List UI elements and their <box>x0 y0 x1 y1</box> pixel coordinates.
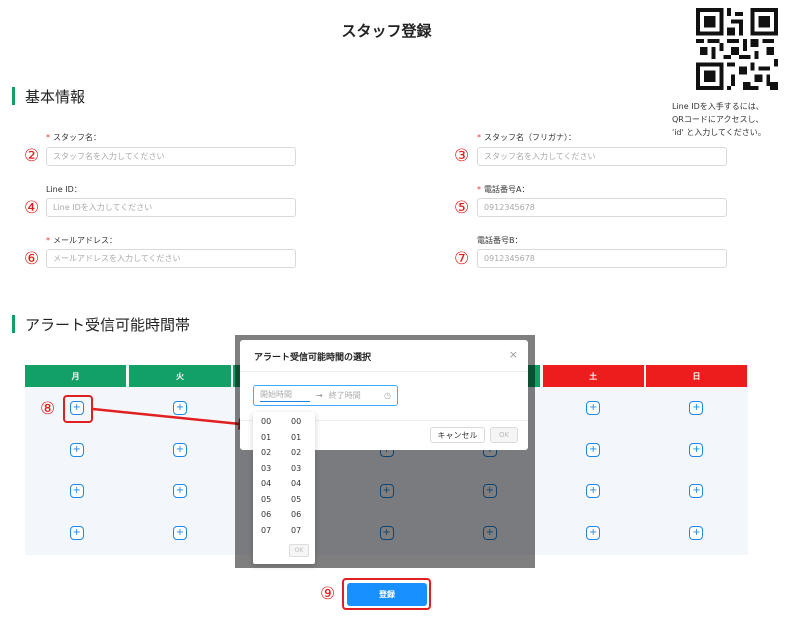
staff-kana-label-text: スタッフ名（フリガナ）： <box>484 133 576 142</box>
annotation-marker-8: ⑧ <box>40 399 56 419</box>
hour-option[interactable]: 05 <box>253 492 283 508</box>
qr-note-line-2: QRコードにアクセスし、 <box>672 115 764 124</box>
minute-column: 00 01 02 03 04 05 06 07 <box>283 414 313 538</box>
start-time-input[interactable]: 開始時間 <box>260 389 310 402</box>
hour-option[interactable]: 00 <box>253 414 283 430</box>
section-basic-info: 基本情報 <box>12 86 85 106</box>
required-mark: * <box>46 133 50 142</box>
line-id-label: Line ID： <box>46 185 82 194</box>
hour-option[interactable]: 06 <box>253 507 283 523</box>
annotation-marker-3: ③ <box>454 146 470 166</box>
line-id-input[interactable]: Line IDを入力してください <box>46 198 296 217</box>
minute-option[interactable]: 03 <box>283 461 313 477</box>
add-time-slot-button[interactable]: + <box>689 443 704 457</box>
hour-option[interactable]: 07 <box>253 523 283 539</box>
section-alert-hours: アラート受信可能時間帯 <box>12 314 190 334</box>
hour-column: 00 01 02 03 04 05 06 07 <box>253 414 283 538</box>
minute-option[interactable]: 04 <box>283 476 313 492</box>
annotation-highlight-add <box>63 395 93 423</box>
minute-option[interactable]: 00 <box>283 414 313 430</box>
hour-option[interactable]: 04 <box>253 476 283 492</box>
time-ok-button[interactable]: OK <box>289 544 309 557</box>
minute-option[interactable]: 01 <box>283 430 313 446</box>
cancel-button[interactable]: キャンセル <box>430 427 485 443</box>
minute-option[interactable]: 02 <box>283 445 313 461</box>
modal-divider <box>240 371 528 372</box>
qr-code <box>696 8 778 90</box>
phone-b-input[interactable]: 0912345678 <box>477 249 727 268</box>
minute-option[interactable]: 05 <box>283 492 313 508</box>
staff-name-label: * スタッフ名： <box>46 132 101 143</box>
time-range-picker[interactable]: 開始時間 → 終了時間 ◷ <box>253 385 398 406</box>
phone-a-label-text: 電話番号A： <box>484 185 530 194</box>
add-time-slot-button[interactable]: + <box>172 443 187 457</box>
arrow-right-icon: → <box>316 391 323 400</box>
annotation-marker-6: ⑥ <box>24 249 40 269</box>
day-header-2: 火 <box>129 365 231 387</box>
add-time-slot-button[interactable]: + <box>172 401 187 415</box>
add-time-slot-button[interactable]: + <box>689 484 704 498</box>
add-time-slot-button[interactable]: + <box>689 401 704 415</box>
staff-kana-input[interactable]: スタッフ名を入力してください <box>477 147 727 166</box>
register-button[interactable]: 登録 <box>347 583 427 606</box>
annotation-marker-5: ⑤ <box>454 198 470 218</box>
page-title: スタッフ登録 <box>341 22 432 40</box>
required-mark: * <box>477 185 481 194</box>
section-accent-bar <box>12 87 15 105</box>
hour-option[interactable]: 03 <box>253 461 283 477</box>
annotation-marker-4: ④ <box>24 198 40 218</box>
add-time-slot-button[interactable]: + <box>172 526 187 540</box>
add-time-slot-button[interactable]: + <box>586 401 601 415</box>
ok-button[interactable]: OK <box>490 427 518 443</box>
email-input[interactable]: メールアドレスを入力してください <box>46 249 296 268</box>
hour-option[interactable]: 01 <box>253 430 283 446</box>
email-label: * メールアドレス： <box>46 235 117 246</box>
section-accent-bar <box>12 315 15 333</box>
end-time-input[interactable]: 終了時間 <box>329 390 361 401</box>
time-dropdown-panel: 00 01 02 03 04 05 06 07 00 01 02 03 04 05 06 07 OK <box>253 412 315 564</box>
required-mark: * <box>46 236 50 245</box>
staff-name-input[interactable]: スタッフ名を入力してください <box>46 147 296 166</box>
add-time-slot-button[interactable]: + <box>586 443 601 457</box>
phone-a-label: * 電話番号A： <box>477 184 529 195</box>
add-time-slot-button[interactable]: + <box>586 526 601 540</box>
phone-a-input[interactable]: 0912345678 <box>477 198 727 217</box>
add-time-slot-button[interactable]: + <box>689 526 704 540</box>
qr-note-line-1: Line IDを入手するには、 <box>672 102 764 111</box>
add-time-slot-button[interactable]: + <box>172 484 187 498</box>
add-time-slot-button[interactable]: + <box>69 443 84 457</box>
staff-kana-label: * スタッフ名（フリガナ）： <box>477 132 576 143</box>
qr-instructions: Line IDを入手するには、 QRコードにアクセスし、 'id' と入力してく… <box>672 100 800 139</box>
section-basic-info-title: 基本情報 <box>25 87 86 106</box>
add-time-slot-button[interactable]: + <box>586 484 601 498</box>
clock-icon: ◷ <box>384 391 391 400</box>
annotation-marker-2: ② <box>24 146 40 166</box>
add-time-slot-button[interactable]: + <box>69 526 84 540</box>
hour-option[interactable]: 02 <box>253 445 283 461</box>
minute-option[interactable]: 06 <box>283 507 313 523</box>
day-header-6: 土 <box>542 365 644 387</box>
close-icon[interactable]: × <box>509 348 518 361</box>
day-header-1: 月 <box>25 365 127 387</box>
add-time-slot-button[interactable]: + <box>69 484 84 498</box>
phone-b-label: 電話番号B： <box>477 236 523 245</box>
annotation-marker-9: ⑨ <box>320 584 336 604</box>
required-mark: * <box>477 133 481 142</box>
minute-option[interactable]: 07 <box>283 523 313 539</box>
email-label-text: メールアドレス： <box>53 236 117 245</box>
day-header-7: 日 <box>645 365 748 387</box>
qr-note-line-3: 'id' と入力してください。 <box>672 128 766 137</box>
section-alert-hours-title: アラート受信可能時間帯 <box>25 315 191 334</box>
modal-title: アラート受信可能時間の選択 <box>254 353 372 363</box>
staff-name-label-text: スタッフ名： <box>53 133 101 142</box>
annotation-marker-7: ⑦ <box>454 249 470 269</box>
